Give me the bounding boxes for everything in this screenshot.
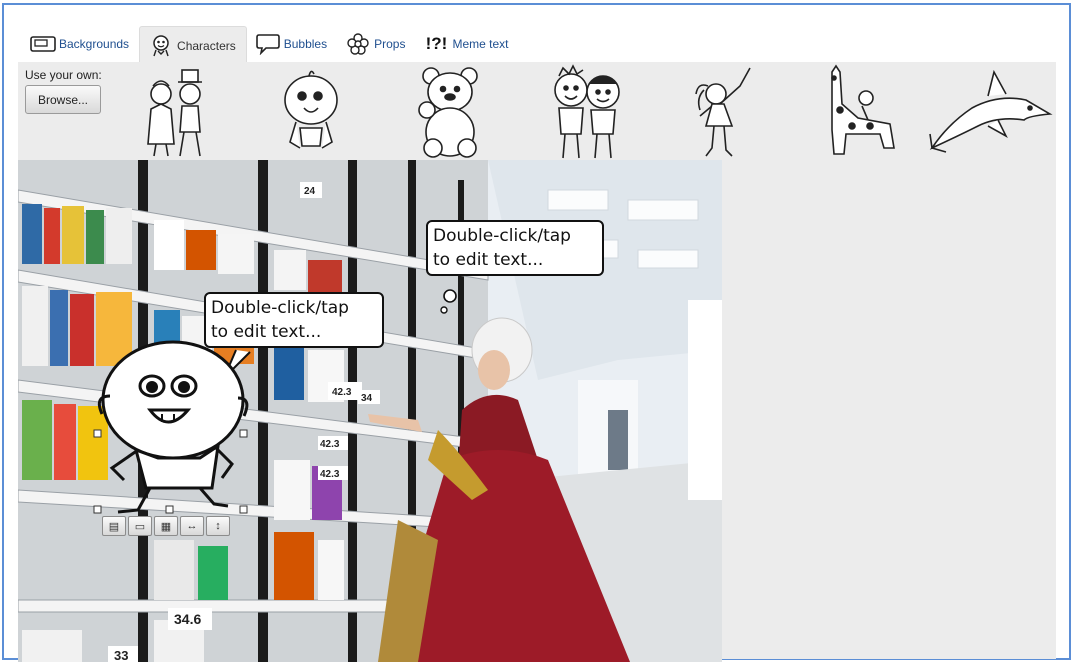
background-icon — [30, 33, 56, 55]
picture-icon[interactable]: ▦ — [154, 516, 178, 536]
tab-bubbles[interactable]: Bubbles — [247, 26, 337, 62]
giraffe-icon[interactable] — [818, 64, 898, 160]
use-own-label: Use your own: — [25, 68, 102, 82]
speech-icon[interactable]: ▭ — [128, 516, 152, 536]
couple-icon[interactable] — [136, 64, 216, 160]
bubble-icon — [255, 33, 281, 55]
tab-label: Props — [374, 37, 406, 51]
two-boys-icon[interactable] — [543, 64, 633, 160]
comic-canvas[interactable]: 24 42.3 34 42.3 42.3 34.6 33 Double-clic… — [18, 160, 722, 662]
layer-back-icon[interactable]: ▤ — [102, 516, 126, 536]
character-icon — [148, 35, 174, 57]
flip-vertical-icon[interactable]: ↕ — [206, 516, 230, 536]
dancing-girl-icon[interactable] — [690, 64, 760, 160]
tab-label: Bubbles — [283, 37, 328, 51]
meme-text-icon: !?! — [425, 34, 448, 53]
tab-label: Characters — [177, 39, 236, 53]
tab-backgrounds[interactable]: Backgrounds — [22, 26, 139, 62]
dolphin-icon[interactable] — [928, 64, 1054, 160]
flower-icon — [345, 33, 371, 55]
flip-horizontal-icon[interactable]: ↔ — [180, 516, 204, 536]
tab-props[interactable]: Props — [337, 26, 415, 62]
tab-label: Backgrounds — [59, 37, 130, 51]
browse-button[interactable]: Browse... — [25, 85, 101, 114]
tab-characters[interactable]: Characters — [139, 26, 247, 65]
baby-character[interactable] — [88, 338, 258, 518]
baby-icon[interactable] — [276, 64, 346, 160]
selection-toolbar: ▤ ▭ ▦ ↔ ↕ — [102, 516, 232, 536]
speech-bubble[interactable]: Double-click/tap to edit text... — [426, 220, 604, 276]
tab-meme-text[interactable]: !?! Meme text — [415, 26, 518, 62]
tab-label: Meme text — [452, 37, 509, 51]
asset-tabs: Backgrounds Characters Bubbles Props !?!… — [22, 24, 518, 65]
teddy-bear-icon[interactable] — [413, 64, 487, 160]
